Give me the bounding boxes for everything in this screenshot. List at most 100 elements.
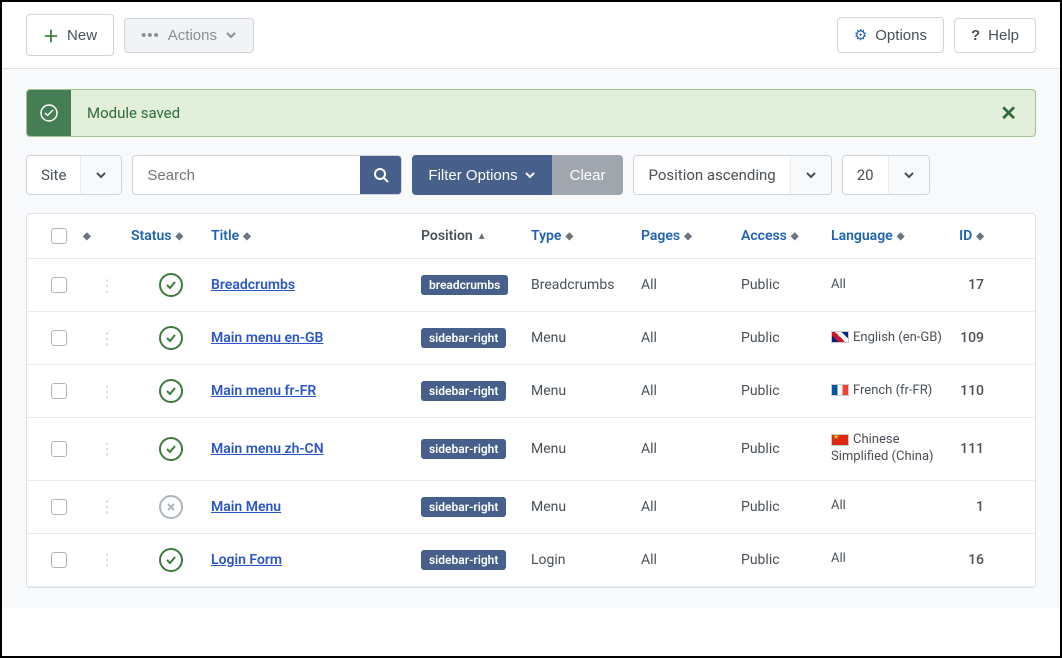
alert-success: Module saved ✕ bbox=[26, 89, 1036, 137]
question-icon: ? bbox=[971, 27, 980, 44]
id-cell: 1 bbox=[946, 499, 996, 515]
actions-button[interactable]: ••• Actions bbox=[124, 18, 254, 53]
column-id[interactable]: ID◆ bbox=[946, 228, 996, 244]
type-cell: Menu bbox=[531, 383, 641, 399]
column-access[interactable]: Access◆ bbox=[741, 228, 831, 244]
table-row: ⋮Main Menusidebar-rightMenuAllPublicAll1 bbox=[27, 481, 1035, 534]
access-cell: Public bbox=[741, 383, 831, 399]
search-field bbox=[132, 155, 402, 195]
sort-icon: ◆ bbox=[684, 231, 692, 242]
sort-asc-icon: ▲ bbox=[477, 231, 487, 242]
check-circle-icon bbox=[27, 90, 71, 136]
column-ordering[interactable]: ◆ bbox=[83, 231, 131, 242]
limit-select[interactable]: 20 bbox=[842, 155, 930, 195]
row-checkbox[interactable] bbox=[51, 330, 67, 346]
actions-label: Actions bbox=[168, 27, 217, 44]
site-select[interactable]: Site bbox=[26, 155, 122, 195]
access-cell: Public bbox=[741, 277, 831, 293]
status-toggle[interactable] bbox=[159, 495, 183, 519]
status-toggle[interactable] bbox=[159, 379, 183, 403]
id-cell: 17 bbox=[946, 277, 996, 293]
status-toggle[interactable] bbox=[159, 437, 183, 461]
language-cell: English (en-GB) bbox=[831, 330, 946, 347]
modules-table: ◆ Status◆ Title◆ Position▲ Type◆ Pages◆ … bbox=[26, 213, 1036, 588]
row-checkbox[interactable] bbox=[51, 499, 67, 515]
language-cell: All bbox=[831, 277, 946, 294]
drag-handle-icon[interactable]: ⋮ bbox=[83, 439, 131, 458]
position-badge: sidebar-right bbox=[421, 381, 506, 401]
id-cell: 109 bbox=[946, 330, 996, 346]
new-button[interactable]: ＋ New bbox=[26, 14, 114, 56]
column-language[interactable]: Language◆ bbox=[831, 228, 946, 244]
table-row: ⋮BreadcrumbsbreadcrumbsBreadcrumbsAllPub… bbox=[27, 259, 1035, 312]
column-type[interactable]: Type◆ bbox=[531, 228, 641, 244]
sort-icon: ◆ bbox=[175, 231, 183, 242]
drag-handle-icon[interactable]: ⋮ bbox=[83, 550, 131, 569]
access-cell: Public bbox=[741, 499, 831, 515]
help-button[interactable]: ? Help bbox=[954, 18, 1036, 53]
options-button[interactable]: ⚙ Options bbox=[837, 17, 944, 53]
sort-icon: ◆ bbox=[83, 231, 91, 242]
column-title[interactable]: Title◆ bbox=[211, 228, 421, 244]
flag-gb-icon bbox=[831, 331, 849, 343]
module-title-link[interactable]: Main Menu bbox=[211, 499, 281, 515]
status-toggle[interactable] bbox=[159, 326, 183, 350]
drag-handle-icon[interactable]: ⋮ bbox=[83, 276, 131, 295]
module-title-link[interactable]: Breadcrumbs bbox=[211, 277, 295, 293]
table-row: ⋮Main menu zh-CNsidebar-rightMenuAllPubl… bbox=[27, 418, 1035, 481]
limit-label: 20 bbox=[843, 156, 888, 194]
row-checkbox[interactable] bbox=[51, 552, 67, 568]
column-pages[interactable]: Pages◆ bbox=[641, 228, 741, 244]
sort-icon: ◆ bbox=[897, 231, 905, 242]
sort-icon: ◆ bbox=[791, 231, 799, 242]
chevron-down-icon bbox=[524, 169, 536, 181]
sort-select[interactable]: Position ascending bbox=[633, 155, 831, 195]
pages-cell: All bbox=[641, 499, 741, 515]
position-badge: sidebar-right bbox=[421, 439, 506, 459]
filter-options-button[interactable]: Filter Options bbox=[412, 155, 551, 195]
access-cell: Public bbox=[741, 330, 831, 346]
clear-button[interactable]: Clear bbox=[552, 155, 624, 195]
sort-icon: ◆ bbox=[976, 231, 984, 242]
language-cell: French (fr-FR) bbox=[831, 383, 946, 400]
table-row: ⋮Main menu en-GBsidebar-rightMenuAllPubl… bbox=[27, 312, 1035, 365]
language-cell: All bbox=[831, 551, 946, 568]
status-toggle[interactable] bbox=[159, 273, 183, 297]
select-all-checkbox[interactable] bbox=[51, 228, 67, 244]
module-title-link[interactable]: Login Form bbox=[211, 552, 282, 568]
search-button[interactable] bbox=[360, 156, 401, 194]
row-checkbox[interactable] bbox=[51, 277, 67, 293]
pages-cell: All bbox=[641, 552, 741, 568]
type-cell: Menu bbox=[531, 330, 641, 346]
sort-icon: ◆ bbox=[243, 231, 251, 242]
pages-cell: All bbox=[641, 441, 741, 457]
row-checkbox[interactable] bbox=[51, 383, 67, 399]
sort-label: Position ascending bbox=[634, 156, 789, 194]
column-status[interactable]: Status◆ bbox=[131, 228, 211, 244]
plus-icon: ＋ bbox=[43, 23, 59, 47]
access-cell: Public bbox=[741, 441, 831, 457]
language-cell: All bbox=[831, 498, 946, 515]
chevron-down-icon bbox=[888, 156, 929, 194]
status-toggle[interactable] bbox=[159, 548, 183, 572]
drag-handle-icon[interactable]: ⋮ bbox=[83, 329, 131, 348]
module-title-link[interactable]: Main menu zh-CN bbox=[211, 441, 324, 457]
pages-cell: All bbox=[641, 330, 741, 346]
id-cell: 111 bbox=[946, 441, 996, 457]
filter-options-label: Filter Options bbox=[428, 167, 517, 184]
column-position[interactable]: Position▲ bbox=[421, 228, 531, 244]
row-checkbox[interactable] bbox=[51, 441, 67, 457]
position-badge: sidebar-right bbox=[421, 550, 506, 570]
filter-bar: Site Filter Options Clear Position ascen… bbox=[26, 155, 1036, 195]
options-label: Options bbox=[875, 27, 927, 44]
site-select-label: Site bbox=[27, 156, 80, 194]
module-title-link[interactable]: Main menu fr-FR bbox=[211, 383, 316, 399]
module-title-link[interactable]: Main menu en-GB bbox=[211, 330, 323, 346]
alert-close-button[interactable]: ✕ bbox=[982, 101, 1035, 125]
search-input[interactable] bbox=[133, 156, 360, 194]
drag-handle-icon[interactable]: ⋮ bbox=[83, 382, 131, 401]
drag-handle-icon[interactable]: ⋮ bbox=[83, 497, 131, 516]
table-row: ⋮Login Formsidebar-rightLoginAllPublicAl… bbox=[27, 534, 1035, 587]
alert-message: Module saved bbox=[71, 90, 982, 136]
flag-fr-icon bbox=[831, 384, 849, 396]
